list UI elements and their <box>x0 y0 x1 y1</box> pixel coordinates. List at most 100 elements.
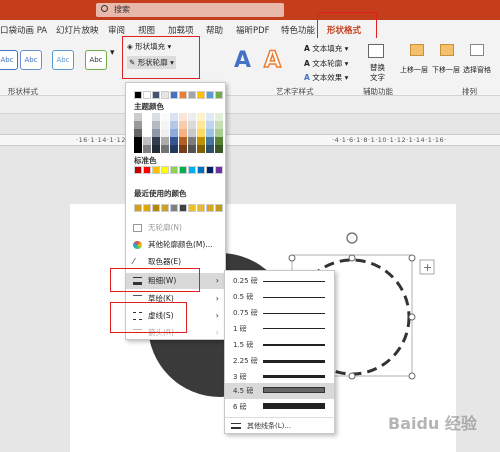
standard-color-swatch[interactable] <box>215 166 223 174</box>
theme-shade-swatch[interactable] <box>179 113 187 121</box>
theme-shade-swatch[interactable] <box>152 137 160 145</box>
theme-shade-swatch[interactable] <box>206 121 214 129</box>
theme-shade-swatch[interactable] <box>197 145 205 153</box>
more-lines-label: 其他线条(L)... <box>247 422 292 430</box>
highlight-weight <box>110 268 200 292</box>
weight-option[interactable]: 0.25 磅 <box>225 273 334 289</box>
theme-shade-swatch[interactable] <box>170 145 178 153</box>
theme-shade-swatch[interactable] <box>215 113 223 121</box>
theme-shade-swatch[interactable] <box>170 137 178 145</box>
theme-color-swatch[interactable] <box>134 91 142 99</box>
theme-shade-swatch[interactable] <box>161 129 169 137</box>
weight-option[interactable]: 1 磅 <box>225 321 334 337</box>
resize-handle-bottom <box>348 372 356 380</box>
recent-color-swatch[interactable] <box>206 204 214 212</box>
theme-shade-swatch[interactable] <box>197 129 205 137</box>
recent-color-swatch[interactable] <box>134 204 142 212</box>
theme-color-swatch[interactable] <box>170 91 178 99</box>
theme-shade-swatch[interactable] <box>134 137 142 145</box>
theme-shade-swatch[interactable] <box>188 121 196 129</box>
theme-color-swatch[interactable] <box>179 91 187 99</box>
theme-shade-swatch[interactable] <box>143 129 151 137</box>
standard-color-swatch[interactable] <box>152 166 160 174</box>
recent-color-swatch[interactable] <box>170 204 178 212</box>
theme-shade-swatch[interactable] <box>143 113 151 121</box>
standard-color-swatch[interactable] <box>206 166 214 174</box>
theme-color-swatch[interactable] <box>215 91 223 99</box>
weight-option-label: 0.75 磅 <box>233 309 258 317</box>
recent-color-swatch[interactable] <box>197 204 205 212</box>
weight-line-sample <box>263 360 325 363</box>
standard-color-swatch[interactable] <box>170 166 178 174</box>
theme-shade-swatch[interactable] <box>170 129 178 137</box>
standard-color-swatch[interactable] <box>143 166 151 174</box>
theme-color-swatch[interactable] <box>152 91 160 99</box>
recent-color-swatch[interactable] <box>179 204 187 212</box>
recent-color-swatch[interactable] <box>152 204 160 212</box>
theme-color-swatch[interactable] <box>161 91 169 99</box>
theme-shade-swatch[interactable] <box>188 129 196 137</box>
no-outline-item[interactable]: 无轮廓(N) <box>126 220 225 236</box>
weight-option[interactable]: 1.5 磅 <box>225 337 334 353</box>
theme-shade-swatch[interactable] <box>143 145 151 153</box>
theme-shade-swatch[interactable] <box>179 121 187 129</box>
recent-color-swatch[interactable] <box>161 204 169 212</box>
theme-color-swatch[interactable] <box>206 91 214 99</box>
weight-option-label: 0.5 磅 <box>233 293 254 301</box>
theme-shade-swatch[interactable] <box>206 113 214 121</box>
theme-shade-swatch[interactable] <box>161 121 169 129</box>
theme-shade-swatch[interactable] <box>188 113 196 121</box>
recent-color-swatch[interactable] <box>143 204 151 212</box>
weight-line-sample <box>263 344 325 346</box>
theme-shade-swatch[interactable] <box>143 137 151 145</box>
more-lines-item[interactable]: 其他线条(L)... <box>225 417 334 433</box>
theme-shade-swatch[interactable] <box>215 121 223 129</box>
theme-shade-swatch[interactable] <box>215 129 223 137</box>
theme-color-swatch[interactable] <box>143 91 151 99</box>
theme-shade-swatch[interactable] <box>179 145 187 153</box>
weight-option[interactable]: 2.25 磅 <box>225 353 334 369</box>
more-outline-colors-item[interactable]: 其他轮廓颜色(M)... <box>126 237 225 253</box>
standard-color-swatch[interactable] <box>161 166 169 174</box>
theme-shade-swatch[interactable] <box>188 137 196 145</box>
theme-shade-swatch[interactable] <box>215 145 223 153</box>
weight-option[interactable]: 0.75 磅 <box>225 305 334 321</box>
theme-shade-swatch[interactable] <box>188 145 196 153</box>
theme-shade-swatch[interactable] <box>161 113 169 121</box>
recent-color-swatch[interactable] <box>215 204 223 212</box>
highlight-dashes <box>110 302 187 333</box>
weight-option-selected[interactable]: 4.5 磅 <box>225 383 334 399</box>
theme-shade-swatch[interactable] <box>152 145 160 153</box>
standard-color-swatch[interactable] <box>179 166 187 174</box>
standard-color-swatch[interactable] <box>188 166 196 174</box>
standard-color-swatch[interactable] <box>197 166 205 174</box>
theme-shade-swatch[interactable] <box>206 129 214 137</box>
recent-color-swatch[interactable] <box>188 204 196 212</box>
theme-shade-swatch[interactable] <box>143 121 151 129</box>
theme-shade-swatch[interactable] <box>197 113 205 121</box>
theme-shade-swatch[interactable] <box>206 137 214 145</box>
weight-option[interactable]: 0.5 磅 <box>225 289 334 305</box>
theme-shade-swatch[interactable] <box>134 113 142 121</box>
theme-shade-swatch[interactable] <box>197 121 205 129</box>
weight-option[interactable]: 6 磅 <box>225 399 334 415</box>
theme-color-swatch[interactable] <box>188 91 196 99</box>
theme-shade-swatch[interactable] <box>152 121 160 129</box>
theme-shade-swatch[interactable] <box>197 137 205 145</box>
weight-line-sample <box>263 403 325 409</box>
theme-shade-swatch[interactable] <box>161 145 169 153</box>
theme-shade-swatch[interactable] <box>215 137 223 145</box>
theme-shade-swatch[interactable] <box>161 137 169 145</box>
theme-shade-swatch[interactable] <box>170 121 178 129</box>
theme-shade-swatch[interactable] <box>152 113 160 121</box>
theme-shade-swatch[interactable] <box>134 121 142 129</box>
theme-shade-swatch[interactable] <box>134 129 142 137</box>
theme-shade-swatch[interactable] <box>179 137 187 145</box>
standard-color-swatch[interactable] <box>134 166 142 174</box>
theme-shade-swatch[interactable] <box>206 145 214 153</box>
theme-shade-swatch[interactable] <box>179 129 187 137</box>
theme-color-swatch[interactable] <box>197 91 205 99</box>
theme-shade-swatch[interactable] <box>152 129 160 137</box>
theme-shade-swatch[interactable] <box>134 145 142 153</box>
theme-shade-swatch[interactable] <box>170 113 178 121</box>
